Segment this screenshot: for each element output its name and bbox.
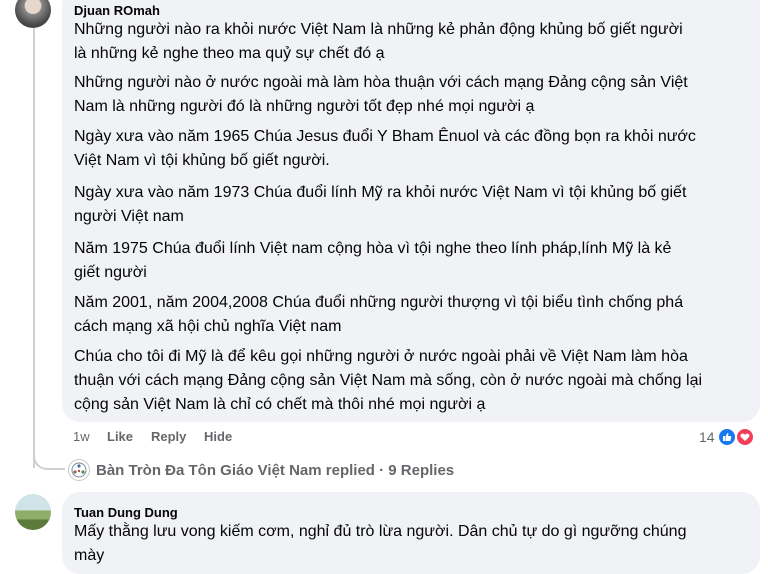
replies-text: Bàn Tròn Đa Tôn Giáo Việt Nam replied · …: [96, 461, 455, 479]
text-line: người Việt nam: [74, 208, 184, 225]
text-line: là những kẻ nghe theo ma quỷ sự chết đó …: [74, 45, 385, 62]
text-line: cách mạng xã hội chủ nghĩa Việt nam: [74, 318, 342, 335]
text-line: giết người: [74, 264, 147, 281]
text-line: Chúa cho tôi đi Mỹ là để kêu gọi những n…: [74, 348, 688, 365]
comment-paragraph: Mấy thằng lưu vong kiếm cơm, nghỉ đủ trò…: [74, 520, 754, 568]
reply-button[interactable]: Reply: [151, 429, 186, 444]
avatar[interactable]: [15, 494, 51, 530]
avatar[interactable]: [15, 0, 51, 28]
text-line: Năm 2001, năm 2004,2008 Chúa đuổi những …: [74, 294, 684, 311]
page-avatar-icon: [68, 459, 90, 481]
thread-line: [33, 28, 35, 468]
love-reaction-icon[interactable]: [735, 427, 755, 447]
comment-paragraph: Những người nào ra khỏi nước Việt Nam là…: [74, 18, 754, 66]
reply-connector: [33, 452, 65, 470]
view-replies-link[interactable]: Bàn Tròn Đa Tôn Giáo Việt Nam replied · …: [68, 457, 454, 483]
comment-paragraph: Ngày xưa vào năm 1965 Chúa Jesus đuổi Y …: [74, 125, 754, 173]
text-line: mày: [74, 547, 105, 564]
like-reaction-icon[interactable]: [717, 427, 737, 447]
text-line: Ngày xưa vào năm 1965 Chúa Jesus đuổi Y …: [74, 128, 696, 145]
comment-paragraph: Những người nào ở nước ngoài mà làm hòa …: [74, 71, 754, 119]
hide-button[interactable]: Hide: [204, 429, 232, 444]
text-line: Những người nào ra khỏi nước Việt Nam là…: [74, 21, 683, 38]
text-line: Những người nào ở nước ngoài mà làm hòa …: [74, 74, 688, 91]
comment-author[interactable]: Tuan Dung Dung: [74, 505, 178, 520]
text-line: Mấy thằng lưu vong kiếm cơm, nghỉ đủ trò…: [74, 523, 687, 540]
text-line: thuận với cách mạng Đảng cộng sản Việt N…: [74, 372, 703, 389]
text-line: Việt Nam vì tội khủng bố giết người.: [74, 152, 330, 169]
like-button[interactable]: Like: [107, 429, 133, 444]
text-line: cộng sản Việt Nam là chỉ có chết mà thôi…: [74, 396, 486, 413]
text-line: Năm 1975 Chúa đuổi lính Việt nam cộng hò…: [74, 240, 672, 257]
comment-timestamp[interactable]: 1w: [73, 429, 90, 444]
text-line: Nam là những người đó là những người tốt…: [74, 98, 535, 115]
comment-paragraph: Ngày xưa vào năm 1973 Chúa đuổi lính Mỹ …: [74, 181, 754, 229]
reaction-count[interactable]: 14: [699, 429, 715, 445]
comment-paragraph: Năm 2001, năm 2004,2008 Chúa đuổi những …: [74, 291, 754, 339]
comment-paragraph: Năm 1975 Chúa đuổi lính Việt nam cộng hò…: [74, 237, 754, 285]
comment-paragraph: Chúa cho tôi đi Mỹ là để kêu gọi những n…: [74, 345, 754, 417]
text-line: Ngày xưa vào năm 1973 Chúa đuổi lính Mỹ …: [74, 184, 687, 201]
comment-author[interactable]: Djuan ROmah: [74, 3, 160, 18]
